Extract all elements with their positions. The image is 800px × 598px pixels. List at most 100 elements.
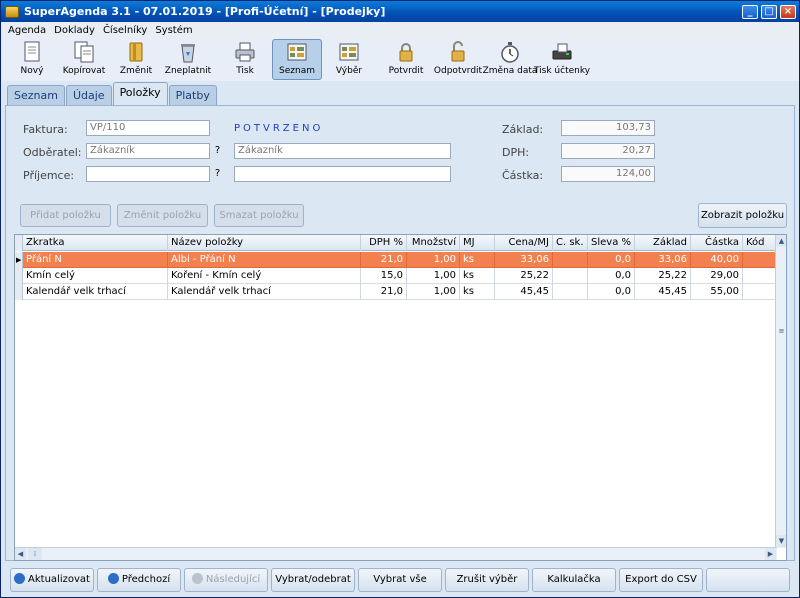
app-icon (5, 5, 19, 18)
clear-selection-button[interactable]: Zrušit výběr (445, 568, 529, 592)
column-header[interactable]: Množství (407, 235, 460, 251)
maximize-icon[interactable]: □ (761, 4, 777, 19)
customer-code-field[interactable]: Zákazník (86, 143, 210, 159)
table-header: Zkratka Název položky DPH % Množství MJ … (15, 235, 777, 251)
table-cell: 25,22 (635, 268, 691, 284)
scroll-left-icon[interactable]: ◀ (15, 548, 26, 560)
table-cell (553, 252, 588, 268)
customer-lookup-button[interactable]: ? (211, 143, 224, 159)
scroll-down-icon[interactable]: ▼ (776, 535, 786, 547)
scroll-up-icon[interactable]: ▲ (776, 235, 786, 247)
vertical-scrollbar[interactable]: ▲ ≡ ▼ (775, 235, 786, 548)
edit-item-button[interactable]: Změnit položku (117, 204, 208, 227)
table-cell: Kmín celý (23, 268, 168, 284)
column-header[interactable]: Název položky (168, 235, 361, 251)
tab-seznam[interactable]: Seznam (7, 85, 65, 106)
show-item-button[interactable]: Zobrazit položku (698, 203, 787, 228)
list-label: Seznam (279, 66, 315, 76)
copy-label: Kopírovat (62, 66, 106, 76)
recipient-name-field[interactable] (234, 166, 451, 182)
copy-button[interactable]: Kopírovat (59, 39, 109, 80)
table-cell: 45,45 (635, 284, 691, 300)
customer-name-field[interactable]: Zákazník (234, 143, 451, 159)
column-header[interactable]: Částka (691, 235, 743, 251)
menu-system[interactable]: Systém (151, 25, 196, 36)
title-bar[interactable]: SuperAgenda 3.1 - 07.01.2019 - [Profi-Úč… (1, 1, 799, 22)
hscroll-thumb[interactable]: ⁞ (28, 548, 42, 560)
column-header[interactable]: Základ (635, 235, 691, 251)
table-row[interactable]: Kalendář velk trhací Kalendář velk trhac… (15, 284, 777, 300)
previous-label: Předchozí (121, 574, 171, 585)
table-cell: ks (460, 268, 495, 284)
close-icon[interactable]: × (780, 4, 796, 19)
app-window: SuperAgenda 3.1 - 07.01.2019 - [Profi-Úč… (0, 0, 800, 598)
delete-item-button[interactable]: Smazat položku (214, 204, 304, 227)
table-row[interactable]: Kmín celý Koření - Kmín celý 15,0 1,00 k… (15, 268, 777, 284)
unconfirm-label: Odpotvrdit (433, 66, 483, 76)
table-cell: ks (460, 284, 495, 300)
recipient-lookup-button[interactable]: ? (211, 166, 224, 182)
column-header[interactable]: C. sk. (553, 235, 588, 251)
receipt-print-button[interactable]: Tisk účtenky (534, 39, 590, 80)
next-button[interactable]: Následující (184, 568, 268, 592)
refresh-label: Aktualizovat (28, 574, 90, 585)
menu-bar: Agenda Doklady Číselníky Systém (2, 22, 799, 39)
table-cell: 29,00 (691, 268, 743, 284)
export-csv-button[interactable]: Export do CSV (619, 568, 703, 592)
scroll-right-icon[interactable]: ▶ (765, 548, 776, 560)
menu-agenda[interactable]: Agenda (2, 25, 50, 36)
select-button[interactable]: Výběr (324, 39, 374, 80)
recipient-label: Příjemce: (23, 169, 75, 182)
edit-folder-icon (129, 42, 143, 62)
change-date-button[interactable]: Změna data (482, 39, 538, 80)
tab-udaje[interactable]: Údaje (65, 85, 112, 106)
invoice-field[interactable]: VP/110 (86, 120, 210, 136)
print-label: Tisk (236, 66, 254, 76)
minimize-icon[interactable]: _ (742, 4, 758, 19)
stopwatch-icon (501, 42, 519, 63)
toggle-select-button[interactable]: Vybrat/odebrat (271, 568, 355, 592)
menu-doklady[interactable]: Doklady (50, 25, 99, 36)
confirm-button[interactable]: Potvrdit (381, 39, 431, 80)
edit-label: Změnit (119, 66, 153, 76)
scroll-grip-icon[interactable]: ≡ (776, 325, 786, 337)
table-row[interactable]: ▶ Přání N Albi - Přání N 21,0 1,00 ks 33… (15, 252, 777, 268)
column-header[interactable]: Cena/MJ (495, 235, 553, 251)
edit-button[interactable]: Změnit (111, 39, 161, 80)
tab-platby[interactable]: Platby (168, 85, 217, 106)
horizontal-scrollbar[interactable]: ◀ ⁞ ▶ (15, 547, 777, 560)
table-cell (553, 268, 588, 284)
table-cell (743, 284, 777, 300)
blank-button[interactable] (706, 568, 790, 592)
status-badge: POTVRZENO (234, 123, 324, 134)
column-header[interactable]: Zkratka (23, 235, 168, 251)
refresh-button[interactable]: Aktualizovat (10, 568, 94, 592)
select-all-button[interactable]: Vybrat vše (358, 568, 442, 592)
new-label: Nový (20, 66, 44, 76)
unconfirm-button[interactable]: Odpotvrdit (433, 39, 483, 80)
confirm-label: Potvrdit (388, 66, 424, 76)
calculator-button[interactable]: Kalkulačka (532, 568, 616, 592)
refresh-icon (14, 573, 26, 584)
menu-ciselniky[interactable]: Číselníky (99, 25, 151, 36)
table-cell: 33,06 (635, 252, 691, 268)
new-button[interactable]: Nový (7, 39, 57, 80)
column-header[interactable]: Kód (743, 235, 777, 251)
add-item-button[interactable]: Přidat položku (20, 204, 111, 227)
column-header[interactable]: Sleva % (588, 235, 635, 251)
column-header[interactable]: MJ (460, 235, 495, 251)
change-date-label: Změna data (482, 66, 538, 76)
invoice-label: Faktura: (23, 123, 68, 136)
table-cell: Přání N (23, 252, 168, 268)
printer-icon (235, 42, 255, 62)
total-label: Částka: (502, 169, 544, 182)
list-button[interactable]: Seznam (272, 39, 322, 80)
table-cell: 15,0 (361, 268, 407, 284)
column-header[interactable]: DPH % (361, 235, 407, 251)
print-button[interactable]: Tisk (220, 39, 270, 80)
tab-polozky[interactable]: Položky (112, 82, 168, 106)
table-cell: Albi - Přání N (168, 252, 361, 268)
invalidate-button[interactable]: Zneplatnit (163, 39, 213, 80)
previous-button[interactable]: Předchozí (97, 568, 181, 592)
recipient-code-field[interactable] (86, 166, 210, 182)
